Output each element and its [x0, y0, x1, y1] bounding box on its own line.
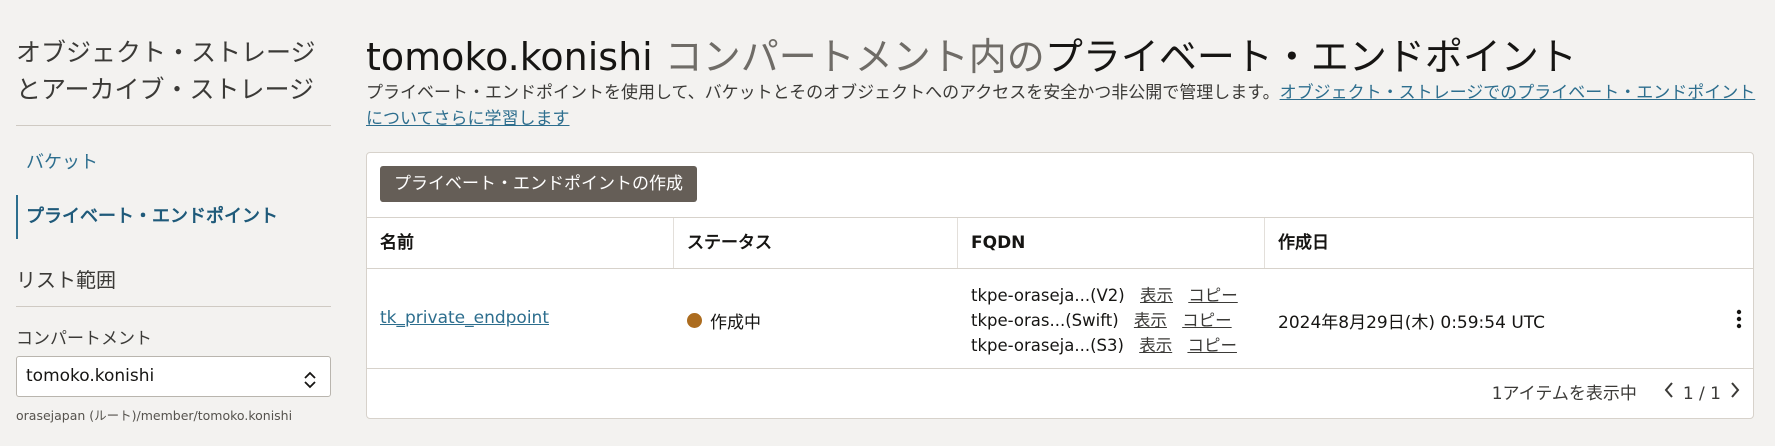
page-indicator: 1 / 1: [1682, 384, 1721, 404]
column-header-status[interactable]: ステータス: [674, 218, 958, 268]
status-dot-icon: [687, 313, 702, 328]
list-scope-divider: [16, 306, 331, 307]
table-header: 名前 ステータス FQDN 作成日: [367, 217, 1753, 269]
cell-name: tk_private_endpoint: [367, 269, 674, 369]
chevron-right-icon[interactable]: [1729, 380, 1741, 408]
create-private-endpoint-button[interactable]: プライベート・エンドポイントの作成: [380, 166, 697, 202]
column-header-created[interactable]: 作成日: [1265, 218, 1753, 268]
cell-status: 作成中: [674, 269, 958, 369]
sidebar-title: オブジェクト・ストレージ とアーカイブ・ストレージ: [16, 34, 331, 108]
table-footer: 1アイテムを表示中 1 / 1: [1492, 381, 1741, 407]
sidebar-item-private-endpoints[interactable]: プライベート・エンドポイント: [16, 195, 331, 239]
created-date: 2024年8月29日(木) 0:59:54 UTC: [1278, 313, 1546, 333]
fqdn-copy-link[interactable]: コピー: [1188, 286, 1238, 305]
sidebar-title-line2: とアーカイブ・ストレージ: [16, 75, 315, 104]
fqdn-text: tkpe-oras...(Swift): [971, 311, 1119, 330]
fqdn-item-swift: tkpe-oras...(Swift) 表示 コピー: [971, 308, 1265, 333]
fqdn-text: tkpe-oraseja...(V2): [971, 286, 1125, 305]
private-endpoints-panel: プライベート・エンドポイントの作成 名前 ステータス FQDN 作成日 tk_p…: [366, 152, 1754, 419]
fqdn-copy-link[interactable]: コピー: [1182, 311, 1232, 330]
items-shown-text: 1アイテムを表示中: [1491, 384, 1637, 404]
sidebar-divider: [16, 125, 331, 126]
cell-created: 2024年8月29日(木) 0:59:54 UTC: [1265, 269, 1753, 369]
chevron-left-icon[interactable]: [1663, 380, 1675, 408]
page-title-context: コンパートメント内の: [652, 35, 1045, 79]
description-text: プライベート・エンドポイントを使用して、バケットとそのオブジェクトへのアクセスを…: [366, 83, 1280, 103]
column-header-name[interactable]: 名前: [367, 218, 674, 268]
endpoint-name-link[interactable]: tk_private_endpoint: [380, 308, 674, 328]
page-description: プライベート・エンドポイントを使用して、バケットとそのオブジェクトへのアクセスを…: [366, 80, 1756, 132]
chevron-up-down-icon: [303, 366, 317, 405]
status-badge: 作成中: [687, 308, 958, 333]
compartment-path: orasejapan (ルート)/member/tomoko.konishi: [16, 408, 293, 423]
fqdn-show-link[interactable]: 表示: [1134, 311, 1167, 330]
status-text: 作成中: [710, 313, 761, 333]
column-header-fqdn[interactable]: FQDN: [958, 218, 1265, 268]
fqdn-list: tkpe-oraseja...(V2) 表示 コピー tkpe-oras...(…: [971, 283, 1265, 358]
sidebar-title-line1: オブジェクト・ストレージ: [16, 38, 316, 67]
compartment-select[interactable]: tomoko.konishi: [16, 356, 331, 397]
fqdn-item-s3: tkpe-oraseja...(S3) 表示 コピー: [971, 333, 1265, 358]
fqdn-copy-link[interactable]: コピー: [1187, 336, 1237, 355]
compartment-label: コンパートメント: [16, 329, 152, 349]
sidebar-item-buckets[interactable]: バケット: [16, 151, 331, 175]
row-actions-kebab-icon[interactable]: [1735, 309, 1743, 329]
fqdn-show-link[interactable]: 表示: [1140, 286, 1173, 305]
pagination: 1 / 1: [1663, 380, 1741, 408]
page-title-resource: プライベート・エンドポイント: [1044, 35, 1577, 79]
sidebar-nav: バケット プライベート・エンドポイント: [16, 151, 331, 239]
page-title: tomoko.konishi コンパートメント内のプライベート・エンドポイント: [366, 26, 1577, 81]
sidebar: オブジェクト・ストレージ とアーカイブ・ストレージ バケット プライベート・エン…: [16, 0, 331, 424]
fqdn-text: tkpe-oraseja...(S3): [971, 336, 1124, 355]
list-scope-title: リスト範囲: [16, 268, 116, 292]
cell-fqdn: tkpe-oraseja...(V2) 表示 コピー tkpe-oras...(…: [958, 269, 1265, 369]
fqdn-item-v2: tkpe-oraseja...(V2) 表示 コピー: [971, 283, 1265, 308]
compartment-select-value: tomoko.konishi: [26, 366, 155, 386]
fqdn-show-link[interactable]: 表示: [1139, 336, 1172, 355]
table-row: tk_private_endpoint 作成中 tkpe-oraseja...(…: [367, 269, 1753, 369]
page-title-compartment: tomoko.konishi: [366, 35, 653, 79]
